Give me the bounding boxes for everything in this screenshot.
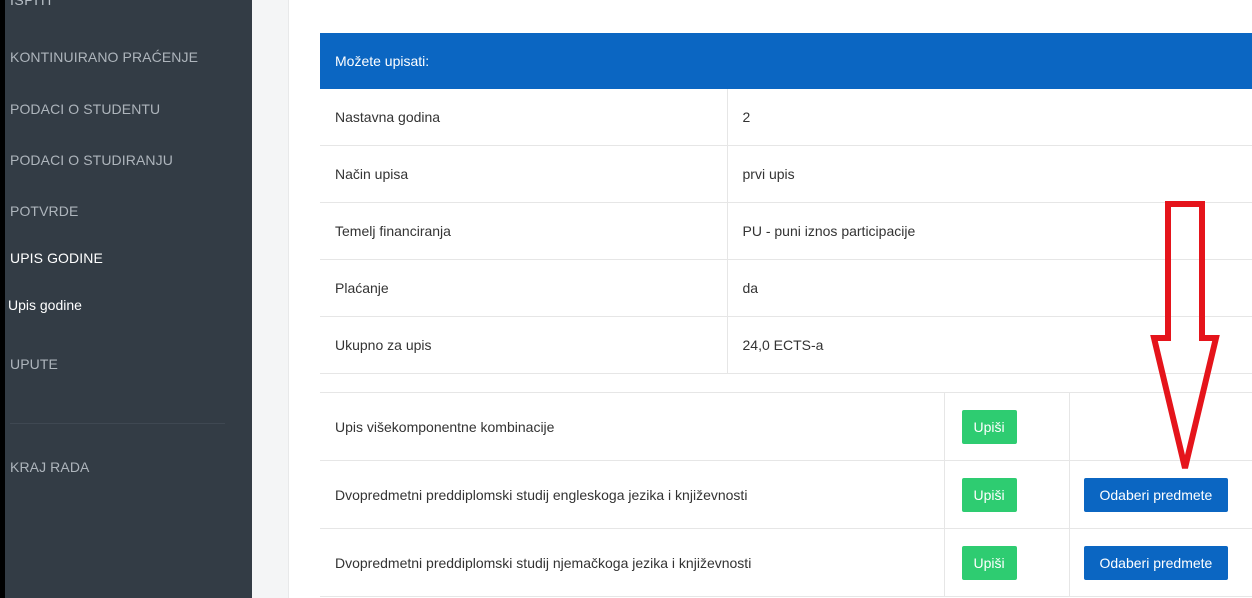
sidebar-item-ispiti-cut[interactable]: ISPITI: [10, 0, 52, 8]
table-row: Temelj financiranja PU - puni iznos part…: [320, 202, 1252, 260]
panel-title: Možete upisati:: [335, 53, 430, 69]
upisi-button[interactable]: Upiši: [961, 477, 1017, 512]
table-row: Dvopredmetni preddiplomski studij njemač…: [320, 528, 1252, 597]
sidebar-item-podaci-o-studentu[interactable]: PODACI O STUDENTU: [10, 101, 160, 117]
row-label: Plaćanje: [320, 259, 727, 317]
sidebar-subitem-upis-godine[interactable]: Upis godine: [8, 297, 82, 313]
enrollment-info-table: Nastavna godina 2 Način upisa prvi upis …: [320, 89, 1252, 374]
table-row: Nastavna godina 2: [320, 89, 1252, 146]
upisi-button[interactable]: Upiši: [961, 545, 1017, 580]
sidebar-item-upute[interactable]: UPUTE: [10, 356, 58, 372]
combination-name: Dvopredmetni preddiplomski studij njemač…: [320, 528, 944, 597]
sidebar: ISPITI KONTINUIRANO PRAĆENJE PODACI O ST…: [5, 0, 252, 598]
row-value: 2: [726, 89, 1252, 146]
row-label: Nastavna godina: [335, 109, 441, 125]
sidebar-item-podaci-o-studiranju[interactable]: PODACI O STUDIRANJU: [10, 152, 173, 168]
table-row: Ukupno za upis 24,0 ECTS-a: [320, 316, 1252, 374]
row-value: prvi upis: [726, 145, 1252, 203]
row-label: Ukupno za upis: [320, 316, 727, 374]
panel-header: Možete upisati:: [320, 33, 1252, 89]
annotation-arrow-down-icon: [1150, 201, 1220, 469]
table-row: Način upisa prvi upis: [320, 145, 1252, 203]
combination-table: Upis višekomponentne kombinacije Upiši D…: [320, 392, 1252, 597]
table-row: Upis višekomponentne kombinacije Upiši: [320, 392, 1252, 461]
row-label: Temelj financiranja: [320, 202, 727, 260]
table-row: Plaćanje da: [320, 259, 1252, 317]
table-row: Dvopredmetni preddiplomski studij engles…: [320, 460, 1252, 529]
sidebar-item-kraj-rada[interactable]: KRAJ RADA: [10, 459, 89, 475]
upisi-button[interactable]: Upiši: [961, 409, 1017, 444]
sidebar-divider: [10, 423, 225, 424]
sidebar-item-upis-godine[interactable]: UPIS GODINE: [10, 250, 103, 266]
row-label: Način upisa: [320, 145, 727, 203]
sidebar-item-potvrde[interactable]: POTVRDE: [10, 203, 78, 219]
combination-name: Dvopredmetni preddiplomski studij engles…: [320, 460, 944, 529]
odaberi-predmete-button[interactable]: Odaberi predmete: [1083, 545, 1229, 580]
sidebar-item-kontinuirano-pracenje[interactable]: KONTINUIRANO PRAĆENJE: [10, 49, 198, 65]
combination-name: Upis višekomponentne kombinacije: [320, 392, 944, 461]
content-gutter: [252, 0, 289, 598]
odaberi-predmete-button[interactable]: Odaberi predmete: [1083, 477, 1229, 512]
